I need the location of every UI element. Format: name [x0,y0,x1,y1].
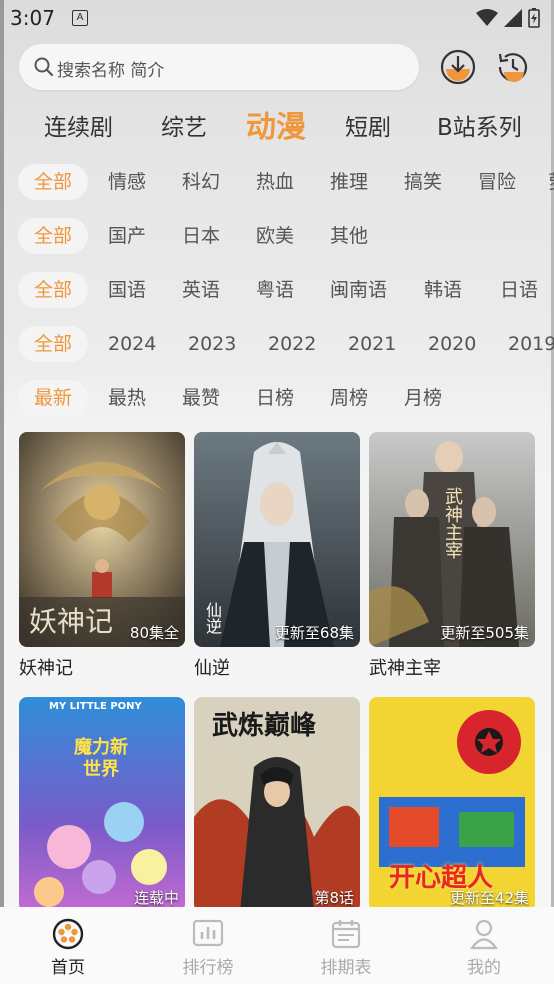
filter-row-genre: 全部 情感 科幻 热血 推理 搞笑 冒险 萝 [0,164,554,204]
filter-chip[interactable]: 国产 [108,218,146,254]
filter-chip[interactable]: 萝 [548,164,554,200]
filter-chip[interactable]: 2023 [188,326,236,362]
poster-logo-text: 武神主宰 [442,487,463,559]
chart-icon [192,919,224,947]
filter-chip[interactable]: 日语 [500,272,538,308]
notification-icon: A [72,10,88,26]
tab-bilibili[interactable]: B站系列 [437,108,522,142]
nav-label: 排期表 [320,958,372,978]
tab-series[interactable]: 连续剧 [44,108,113,142]
episode-badge: 更新至505集 [440,624,529,642]
poster-logo-text: 魔力新世界 [74,737,128,780]
card-title: 仙逆 [194,658,230,679]
filter-chip[interactable]: 全部 [18,218,89,254]
poster-logo-text: 武炼巅峰 [212,711,317,741]
filter-row-language: 全部 国语 英语 粤语 闽南语 韩语 日语 [0,272,554,312]
history-icon[interactable] [494,48,532,86]
poster-image: 武炼巅峰 第8话 [194,697,360,912]
episode-badge: 第8话 [314,889,354,907]
filter-chip[interactable]: 最热 [108,380,146,416]
status-icons [476,8,540,28]
filter-chip[interactable]: 粤语 [256,272,294,308]
nav-profile[interactable]: 我的 [424,917,544,978]
filter-chip[interactable]: 韩语 [424,272,462,308]
filter-chip[interactable]: 最新 [18,380,89,416]
filter-chip[interactable]: 2022 [268,326,316,362]
bottom-nav: 首页 排行榜 排期表 我的 [0,907,554,984]
search-icon [34,57,54,77]
filter-chip[interactable]: 周榜 [330,380,368,416]
user-icon [469,919,499,950]
filter-chip[interactable]: 冒险 [478,164,516,200]
filter-chip[interactable]: 国语 [108,272,146,308]
poster-image: 仙逆 更新至68集 [194,432,360,647]
episode-badge: 更新至68集 [274,624,354,642]
search-placeholder: 搜索名称 简介 [57,61,165,81]
filter-chip[interactable]: 2020 [428,326,476,362]
poster-brand-text: MY LITTLE PONY [49,701,142,712]
filter-chip[interactable]: 2021 [348,326,396,362]
poster-image: 妖神记 80集全 [19,432,185,647]
nav-label: 首页 [51,958,85,978]
calendar-icon [331,920,361,949]
film-reel-icon [52,918,84,950]
filter-chip[interactable]: 全部 [18,164,89,200]
window-edge-left [0,0,4,984]
episode-badge: 80集全 [129,624,179,642]
filter-chip[interactable]: 日榜 [256,380,294,416]
tab-anime[interactable]: 动漫 [246,102,306,146]
filter-chip[interactable]: 全部 [18,326,89,362]
filter-chip[interactable]: 搞笑 [404,164,442,200]
card-title: 妖神记 [19,658,73,679]
episode-badge: 连载中 [133,889,179,907]
filter-chip[interactable]: 其他 [330,218,368,254]
poster-image: 开心超人 更新至42集 [369,697,535,912]
status-time: 3:07 [10,6,55,30]
filter-chip[interactable]: 全部 [18,272,89,308]
battery-icon [528,8,540,28]
filter-chip[interactable]: 月榜 [404,380,442,416]
filter-chip[interactable]: 闽南语 [330,272,387,308]
signal-icon [504,9,522,27]
tab-variety[interactable]: 综艺 [161,108,207,142]
search-input[interactable]: 搜索名称 简介 [19,44,419,90]
filter-chip[interactable]: 2019 [508,326,554,362]
card-title: 武神主宰 [369,658,441,679]
filter-chip[interactable]: 日本 [182,218,220,254]
nav-home[interactable]: 首页 [8,917,128,978]
episode-badge: 更新至42集 [449,889,529,907]
filter-chip[interactable]: 推理 [330,164,368,200]
filter-row-year: 全部 2024 2023 2022 2021 2020 2019 [0,326,554,366]
nav-ranking[interactable]: 排行榜 [148,917,268,978]
filter-chip[interactable]: 热血 [256,164,294,200]
nav-label: 我的 [467,958,501,978]
filter-chip[interactable]: 情感 [108,164,146,200]
filter-chip[interactable]: 欧美 [256,218,294,254]
poster-logo-text: 仙逆 [203,602,222,634]
poster-logo-text: 妖神记 [29,605,114,638]
wifi-icon [476,9,498,26]
filter-chip[interactable]: 最赞 [182,380,220,416]
filter-chip[interactable]: 英语 [182,272,220,308]
poster-image: 武神主宰 更新至505集 [369,432,535,647]
nav-label: 排行榜 [182,958,234,978]
nav-schedule[interactable]: 排期表 [286,917,406,978]
tab-short[interactable]: 短剧 [345,108,391,142]
status-bar: 3:07 A [0,0,554,36]
filter-chip[interactable]: 2024 [108,326,156,362]
category-tabs: 连续剧 综艺 动漫 短剧 B站系列 [0,100,554,146]
filter-row-region: 全部 国产 日本 欧美 其他 [0,218,554,258]
filter-row-sort: 最新 最热 最赞 日榜 周榜 月榜 [0,380,554,420]
download-icon[interactable] [439,48,477,86]
poster-image: MY LITTLE PONY 魔力新世界 连载中 [19,697,185,912]
filter-chip[interactable]: 科幻 [182,164,220,200]
